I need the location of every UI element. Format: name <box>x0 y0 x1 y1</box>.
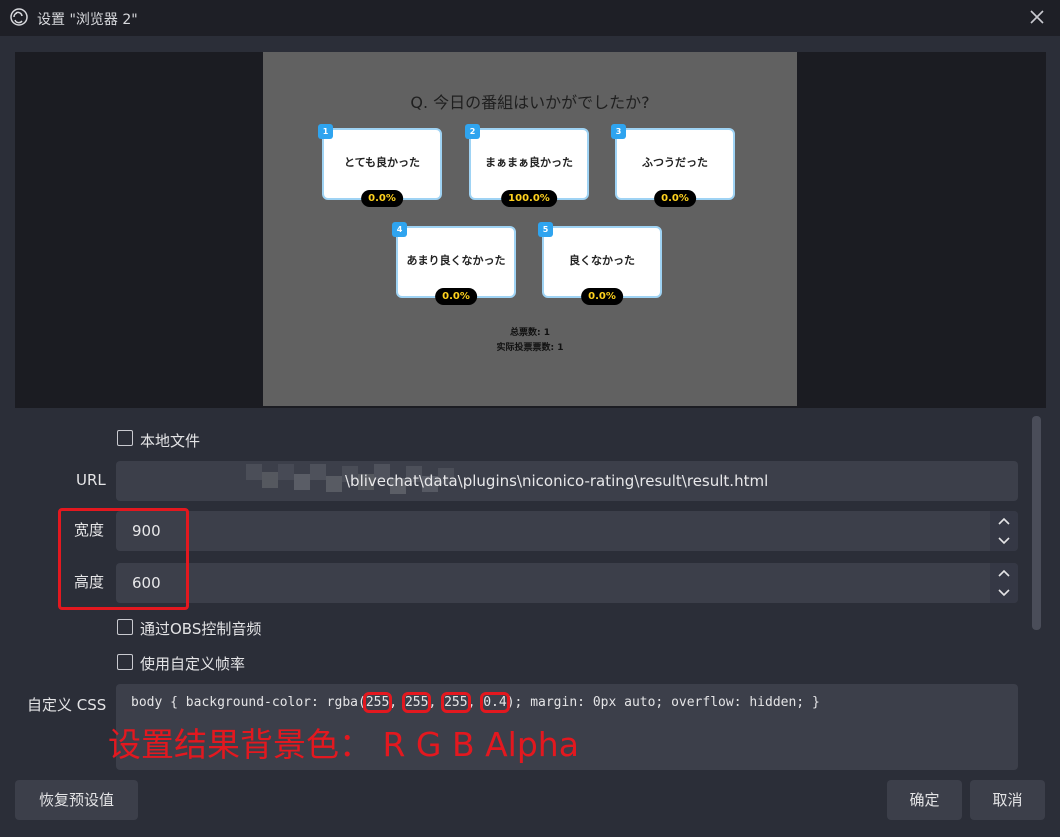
option-label: まぁまぁ良かった <box>485 156 573 169</box>
css-suffix: ; margin: 0px auto; overflow: hidden; } <box>514 695 820 710</box>
option-number: 5 <box>538 222 553 237</box>
chevron-up-icon[interactable] <box>990 563 1018 583</box>
title-bar: 设置 "浏览器 2" <box>0 0 1060 36</box>
option-percent: 0.0% <box>581 288 623 305</box>
url-label: URL <box>76 471 106 489</box>
obs-logo-icon <box>10 8 28 26</box>
chevron-down-icon[interactable] <box>990 531 1018 551</box>
highlight-box <box>58 508 189 610</box>
width-spinner <box>990 511 1018 551</box>
url-input[interactable]: \blivechat\data\plugins\niconico-rating\… <box>116 461 1018 501</box>
option-number: 3 <box>611 124 626 139</box>
css-g-value: 255 <box>401 692 432 713</box>
cancel-button[interactable]: 取消 <box>970 780 1045 820</box>
css-close-paren: ) <box>506 695 515 710</box>
width-spinbox[interactable]: 900 <box>116 511 1018 551</box>
option-percent: 100.0% <box>501 190 557 207</box>
browser-preview: Q. 今日の番組はいかがでしたか? 1 とても良かった 0.0% 2 まぁまぁ良… <box>263 52 797 406</box>
custom-fps-checkbox[interactable] <box>117 654 133 670</box>
css-b-value: 255 <box>441 692 471 713</box>
option-percent: 0.0% <box>361 190 403 207</box>
option-card: 1 とても良かった 0.0% <box>318 124 442 207</box>
custom-fps-label: 使用自定义帧率 <box>140 655 246 673</box>
annotation-text: 设置结果背景色： R G B Alpha <box>108 725 579 764</box>
chevron-down-icon[interactable] <box>990 583 1018 603</box>
window-title: 设置 "浏览器 2" <box>37 12 138 28</box>
option-percent: 0.0% <box>654 190 696 207</box>
scrollbar[interactable] <box>1032 416 1041 630</box>
close-icon[interactable] <box>1030 10 1044 24</box>
option-number: 4 <box>392 222 407 237</box>
option-card: 5 良くなかった 0.0% <box>538 222 662 305</box>
option-percent: 0.0% <box>435 288 477 305</box>
reset-defaults-button[interactable]: 恢复预设值 <box>15 780 138 820</box>
option-card: 3 ふつうだった 0.0% <box>611 124 735 207</box>
option-card: 2 まぁまぁ良かった 100.0% <box>465 124 589 207</box>
css-alpha-value: 0.4 <box>480 692 510 713</box>
option-label: とても良かった <box>343 156 421 169</box>
css-code: body { background-color: rgba(255, 255, … <box>131 692 820 713</box>
option-number: 2 <box>465 124 480 139</box>
chevron-up-icon[interactable] <box>990 511 1018 531</box>
actual-votes: 实际投票票数: 1 <box>496 343 564 353</box>
obs-audio-checkbox[interactable] <box>117 619 133 635</box>
height-spinner <box>990 563 1018 603</box>
css-r-value: 255 <box>362 692 393 713</box>
url-value: \blivechat\data\plugins\niconico-rating\… <box>345 472 769 490</box>
ok-button[interactable]: 确定 <box>887 780 962 820</box>
total-votes: 总票数: 1 <box>510 328 550 338</box>
option-card: 4 あまり良くなかった 0.0% <box>392 222 516 305</box>
option-label: あまり良くなかった <box>406 254 506 267</box>
question-title: Q. 今日の番組はいかがでしたか? <box>410 93 650 112</box>
css-open-paren: ( <box>357 695 366 710</box>
preview-area: Q. 今日の番組はいかがでしたか? 1 とても良かった 0.0% 2 まぁまぁ良… <box>15 52 1046 408</box>
custom-css-label: 自定义 CSS <box>27 696 107 714</box>
option-number: 1 <box>318 124 333 139</box>
obs-audio-label: 通过OBS控制音频 <box>140 620 262 638</box>
option-label: 良くなかった <box>569 254 635 267</box>
css-prefix: body { background-color: rgba <box>131 695 358 710</box>
local-file-checkbox[interactable] <box>117 430 133 446</box>
local-file-label: 本地文件 <box>140 432 201 450</box>
option-label: ふつうだった <box>642 156 708 169</box>
height-spinbox[interactable]: 600 <box>116 563 1018 603</box>
